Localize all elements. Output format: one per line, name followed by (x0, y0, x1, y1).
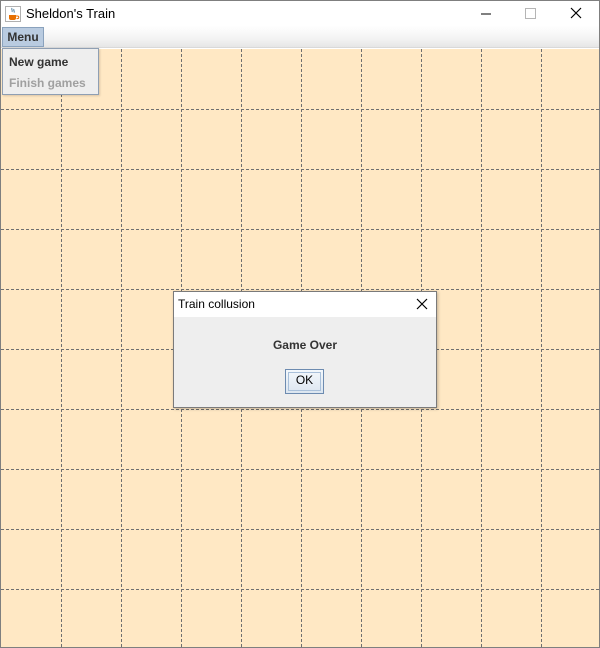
game-over-dialog: Train collusion Game Over OK (173, 291, 437, 408)
finish-games-menu-item: Finish games (9, 76, 86, 90)
minimize-button[interactable] (463, 1, 509, 26)
close-button[interactable] (553, 1, 599, 26)
menu-bar: Menu (1, 26, 599, 48)
dialog-title-bar[interactable]: Train collusion (174, 292, 436, 317)
app-window: Sheldon's Train Menu New game Finish gam… (0, 0, 600, 648)
new-game-menu-item[interactable]: New game (9, 55, 68, 69)
menu-button[interactable]: Menu (2, 27, 44, 47)
java-cup-icon (5, 6, 21, 22)
dialog-message: Game Over (272, 338, 338, 352)
close-icon (408, 298, 436, 321)
window-title: Sheldon's Train (26, 6, 116, 21)
menu-popup: New game Finish games (2, 48, 99, 95)
ok-button[interactable]: OK (285, 369, 324, 394)
dialog-title: Train collusion (178, 297, 255, 311)
maximize-button[interactable] (508, 1, 554, 26)
dialog-close-button[interactable] (408, 292, 436, 317)
ok-button-label: OK (295, 373, 314, 387)
title-bar[interactable]: Sheldon's Train (1, 1, 599, 26)
